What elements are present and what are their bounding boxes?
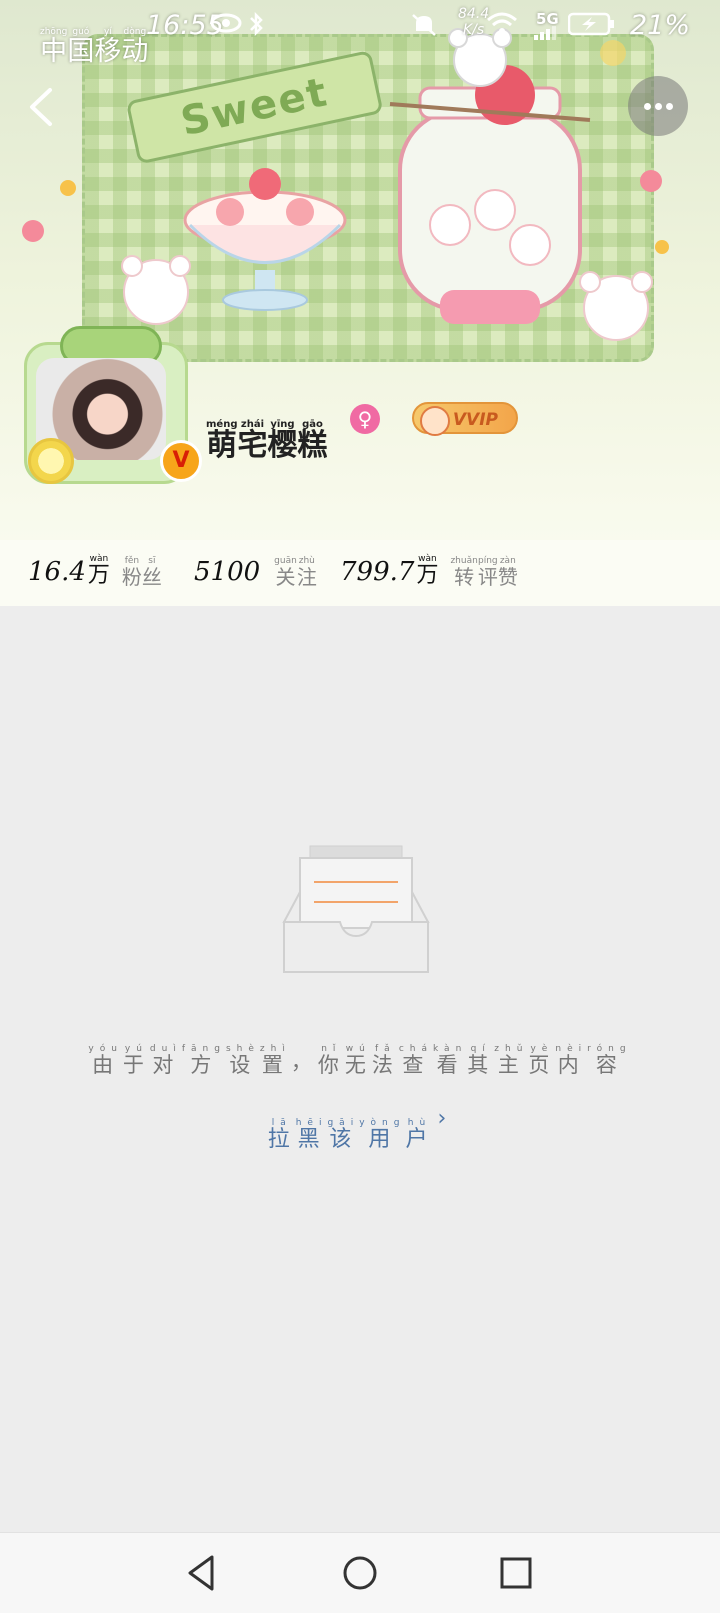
verified-badge-icon: V	[160, 440, 202, 482]
wifi-icon	[487, 12, 517, 34]
profile-stats: 16.4 wàn 万 fěn 粉 sī 丝 5100 guān 关 zhù 注 799.7 w…	[0, 540, 720, 606]
vip-badge[interactable]: VVIP	[412, 402, 518, 436]
star-decoration	[655, 240, 669, 254]
battery-level: 21%	[629, 10, 690, 41]
profile-banner: Sweet zhōng 中 guó 国 yí 移 dòng 动 16:55 84…	[0, 0, 720, 606]
lemon-decoration	[28, 438, 74, 484]
strawberry-decoration	[22, 220, 44, 242]
stat-following[interactable]: 5100 guān 关 zhù 注	[194, 544, 317, 588]
stat-followers[interactable]: 16.4 wàn 万 fěn 粉 sī 丝	[28, 544, 162, 588]
back-arrow-icon[interactable]	[20, 82, 62, 132]
stat-likes[interactable]: 799.7 wàn 万 zhuǎn 转 píng 评 zàn 赞	[340, 544, 518, 588]
star-decoration	[60, 180, 76, 196]
eye-icon	[210, 13, 242, 33]
strawberry-decoration	[640, 170, 662, 192]
block-user-link[interactable]: lā 拉 hēi 黑 gāi 该 yòng 用 hù 户 ›	[0, 1106, 720, 1151]
avatar[interactable]: V	[24, 326, 202, 484]
username: méng 萌 zhái 宅 yīng 樱 gāo 糕	[206, 419, 328, 463]
vip-mascot-icon	[420, 406, 450, 436]
chevron-right-icon: ›	[437, 1106, 453, 1131]
privacy-message: yóu 由 yú 于 duì 对 fāng 方 shè 设 zhì 置， nǐ 你 wú 无 fǎ 法 chá 查 kà…	[88, 1044, 632, 1077]
more-dots-icon[interactable]	[628, 76, 688, 136]
carrier-name: zhōng 中 guó 国 yí 移 dòng 动	[40, 27, 149, 67]
bear-illustration	[579, 271, 653, 341]
nav-back-icon[interactable]	[180, 1551, 224, 1595]
jar-illustration	[389, 65, 591, 324]
vip-badge-label: VVIP	[452, 410, 498, 430]
bell-mute-icon	[412, 14, 436, 36]
status-bar: zhōng 中 guó 国 yí 移 dòng 动 16:55 84.4 K/s 5G	[0, 0, 720, 65]
empty-inbox-icon	[282, 845, 430, 973]
bear-illustration	[121, 255, 191, 325]
battery-charging-icon	[568, 12, 614, 36]
net-speed: 84.4 K/s	[458, 6, 490, 38]
nav-home-icon[interactable]	[338, 1551, 382, 1595]
parfait-illustration	[183, 168, 347, 311]
gender-female-icon: ♀	[350, 404, 380, 434]
bluetooth-icon	[250, 12, 263, 36]
nav-recents-icon[interactable]	[494, 1551, 538, 1595]
system-nav-bar	[0, 1532, 720, 1613]
signal-icon	[534, 26, 556, 40]
